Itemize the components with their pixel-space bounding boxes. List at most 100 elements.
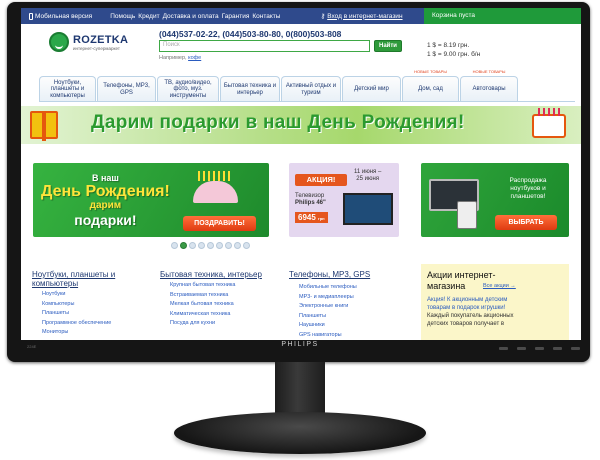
tab-home-garden[interactable]: НОВЫЕ ТОВАРЫ Дом, сад — [402, 69, 459, 102]
category-link[interactable]: Мобильные телефоны — [289, 283, 414, 293]
carousel-dot[interactable] — [225, 242, 232, 249]
carousel-dot[interactable] — [171, 242, 178, 249]
tab-phones[interactable]: Телефоны, MP3, GPS — [97, 76, 156, 102]
tab-label: Активный отдых и туризм — [285, 83, 337, 96]
monitor-button[interactable] — [499, 347, 508, 350]
price-currency: грн — [318, 216, 325, 221]
carousel-dot[interactable] — [216, 242, 223, 249]
site-logo[interactable]: ROZETKA интернет-супермаркет — [49, 32, 128, 52]
phone-icon — [29, 12, 33, 20]
promo-birthday[interactable]: В наш День Рождения! дарим подарки! ПОЗД… — [33, 163, 269, 237]
rate-cashless: 1 $ = 9.00 грн. б/н — [427, 50, 481, 58]
promotions-title-line: Акции интернет- — [427, 270, 496, 280]
category-link[interactable]: Ноутбуки — [32, 290, 152, 300]
birthday-banner[interactable]: Дарим подарки в наш День Рождения! — [21, 106, 581, 144]
category-title[interactable]: Телефоны, MP3, GPS — [289, 270, 414, 279]
category-title[interactable]: Бытовая техника, интерьер — [160, 270, 280, 279]
power-button[interactable] — [571, 347, 580, 350]
category-link[interactable]: GPS навигаторы — [289, 331, 414, 341]
category-link[interactable]: Электронные книги — [289, 302, 414, 312]
mobile-version-label: Мобильная версия — [35, 12, 93, 20]
monitor-button[interactable] — [517, 347, 526, 350]
category-link[interactable]: Крупная бытовая техника — [160, 281, 280, 291]
cart-status[interactable]: Корзина пуста — [424, 8, 581, 24]
monitor-button[interactable] — [535, 347, 544, 350]
category-link[interactable]: Встраиваемая техника — [160, 291, 280, 301]
carousel-dot-active[interactable] — [180, 242, 187, 249]
login-label: Вход в интернет-магазин — [327, 12, 403, 20]
category-nav: Ноутбуки, планшеты и компьютеры Телефоны… — [39, 69, 519, 102]
tab-label: Ноутбуки, планшеты и компьютеры — [50, 79, 85, 99]
category-column-laptops: Ноутбуки, планшеты и компьютеры Ноутбуки… — [32, 270, 152, 338]
tab-label: Телефоны, MP3, GPS — [103, 83, 150, 96]
promo-label: АКЦИЯ! — [295, 174, 347, 186]
product-type: Телевизор — [295, 193, 325, 199]
search-example-link[interactable]: кофе — [188, 55, 201, 61]
choose-button[interactable]: ВЫБРАТЬ — [495, 215, 557, 230]
category-link[interactable]: Мелкая бытовая техника — [160, 300, 280, 310]
all-promotions-link[interactable]: Все акции → — [483, 283, 516, 289]
gift-icon — [30, 111, 58, 141]
category-link[interactable]: Наушники — [289, 321, 414, 331]
top-link-warranty[interactable]: Гарантия — [222, 13, 250, 20]
promo-date-end: 25 июня — [356, 176, 380, 182]
promotion-line: детских товаров получает в — [427, 321, 505, 327]
promo-laptops[interactable]: Распродажа ноутбуков и планшетов! ВЫБРАТ… — [421, 163, 569, 237]
category-column-phones: Телефоны, MP3, GPS Мобильные телефоны MP… — [289, 270, 414, 340]
monitor-stand-neck — [275, 362, 325, 418]
search-button[interactable]: Найти — [374, 40, 402, 52]
phone-numbers: (044)537-02-22, (044)503-80-80, 0(800)50… — [159, 29, 342, 39]
banner-text: Дарим подарки в наш День Рождения! — [91, 112, 465, 133]
promo-birthday-text: В наш День Рождения! дарим подарки! — [41, 171, 170, 227]
category-link[interactable]: Программное обеспечение — [32, 319, 152, 329]
congratulate-button[interactable]: ПОЗДРАВИТЬ! — [183, 216, 256, 231]
top-link-help[interactable]: Помощь — [110, 13, 135, 20]
tab-tv-audio[interactable]: ТВ, аудио/видео, фото, муз. инструменты — [157, 76, 219, 102]
tab-auto[interactable]: НОВЫЕ ТОВАРЫ Автотовары — [460, 69, 518, 102]
tab-badge: НОВЫЕ ТОВАРЫ — [472, 69, 506, 74]
top-link-contacts[interactable]: Контакты — [252, 13, 280, 20]
category-title[interactable]: Ноутбуки, планшеты и компьютеры — [32, 270, 152, 288]
category-link[interactable]: Посуда для кухни — [160, 319, 280, 329]
top-link-delivery[interactable]: Доставка и оплата — [163, 13, 219, 20]
promo-laptops-text: Распродажа ноутбуков и планшетов! — [493, 177, 563, 201]
monitor-stand-base — [174, 412, 426, 454]
category-link[interactable]: Климатическая техника — [160, 310, 280, 320]
search-example: Например, кофе — [159, 55, 201, 61]
top-link-credit[interactable]: Кредит — [138, 13, 159, 20]
search-example-label: Например, — [159, 55, 187, 61]
carousel-dot[interactable] — [198, 242, 205, 249]
carousel-dot[interactable] — [234, 242, 241, 249]
carousel-dot[interactable] — [243, 242, 250, 249]
carousel-dot[interactable] — [207, 242, 214, 249]
promo-product: Телевизор Philips 46" — [295, 193, 326, 207]
category-link[interactable]: Мониторы — [32, 328, 152, 338]
monitor-screen: Мобильная версия Помощь Кредит Доставка … — [21, 8, 581, 340]
promotion-line[interactable]: товарам в подарок игрушки! — [427, 304, 514, 312]
tab-kids[interactable]: Детский мир — [342, 76, 401, 102]
login-link[interactable]: ⚷ Вход в интернет-магазин — [320, 12, 403, 21]
promo-tv[interactable]: АКЦИЯ! 11 июня –25 июня Телевизор Philips… — [289, 163, 399, 237]
tab-laptops[interactable]: Ноутбуки, планшеты и компьютеры — [39, 76, 96, 102]
promo-date-start: 11 июня – — [354, 169, 382, 175]
mobile-version-link[interactable]: Мобильная версия — [29, 12, 93, 20]
tab-outdoor[interactable]: Активный отдых и туризм — [281, 76, 341, 102]
promo-line: подарки! — [74, 212, 137, 228]
promotion-line: Каждый покупатель акционных — [427, 313, 514, 319]
tab-label: Автотовары — [472, 86, 506, 93]
promo-line: планшетов! — [510, 193, 546, 200]
search-input[interactable]: Поиск — [159, 40, 370, 52]
monitor-button[interactable] — [553, 347, 562, 350]
promo-line: Распродажа — [509, 177, 547, 184]
category-link[interactable]: Планшеты — [32, 309, 152, 319]
product-model: Philips 46" — [295, 200, 326, 206]
tab-appliances[interactable]: Бытовая техника и интерьер — [220, 76, 280, 102]
category-link[interactable]: MP3- и медиаплееры — [289, 293, 414, 303]
promotion-line[interactable]: Акция! К акционным детским — [427, 296, 514, 304]
category-column-appliances: Бытовая техника, интерьер Крупная бытова… — [160, 270, 280, 329]
carousel-dot[interactable] — [189, 242, 196, 249]
category-link[interactable]: Планшеты — [289, 312, 414, 322]
tab-label: ТВ, аудио/видео, фото, муз. инструменты — [164, 79, 212, 99]
category-link[interactable]: Компьютеры — [32, 300, 152, 310]
rate-cash: 1 $ = 8.19 грн. — [427, 42, 470, 49]
